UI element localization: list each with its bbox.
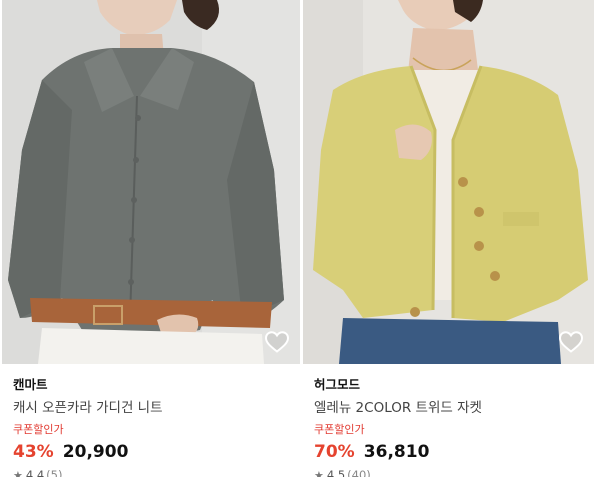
discount-rate: 70% [314,442,355,462]
price-row: 70% 36,810 [314,440,594,464]
rating-row: ★ 4.5 (40) [314,467,594,477]
product-image[interactable] [2,0,300,364]
product-card[interactable]: 캔마트 캐시 오픈카라 가디건 니트 쿠폰할인가 43% 20,900 ★ 4.4… [2,0,300,477]
product-image[interactable] [303,0,594,364]
rating-value: 4.4 [25,468,45,477]
discount-rate: 43% [13,442,54,462]
price-row: 43% 20,900 [13,440,300,464]
product-name[interactable]: 캐시 오픈카라 가디건 니트 [13,398,300,418]
review-count: (5) [46,468,63,477]
sale-price: 36,810 [363,442,430,462]
brand-name[interactable]: 캔마트 [13,376,300,394]
review-count: (40) [347,468,371,477]
rating-row: ★ 4.4 (5) [13,467,300,477]
rating-value: 4.5 [326,468,346,477]
product-grid: 캔마트 캐시 오픈카라 가디건 니트 쿠폰할인가 43% 20,900 ★ 4.4… [0,0,594,477]
product-photo-cardigan [2,0,300,364]
star-icon: ★ [314,469,324,477]
product-name[interactable]: 엘레뉴 2COLOR 트위드 자켓 [314,398,594,418]
product-info: 허그모드 엘레뉴 2COLOR 트위드 자켓 쿠폰할인가 70% 36,810 … [303,364,594,477]
star-icon: ★ [13,469,23,477]
wishlist-heart-icon[interactable] [558,330,584,354]
product-card[interactable]: 허그모드 엘레뉴 2COLOR 트위드 자켓 쿠폰할인가 70% 36,810 … [303,0,594,477]
sale-price: 20,900 [62,442,129,462]
product-info: 캔마트 캐시 오픈카라 가디건 니트 쿠폰할인가 43% 20,900 ★ 4.4… [2,364,300,477]
product-photo-jacket [303,0,594,364]
brand-name[interactable]: 허그모드 [314,376,594,394]
wishlist-heart-icon[interactable] [264,330,290,354]
coupon-price-label: 쿠폰할인가 [13,423,64,436]
coupon-price-label: 쿠폰할인가 [314,423,365,436]
